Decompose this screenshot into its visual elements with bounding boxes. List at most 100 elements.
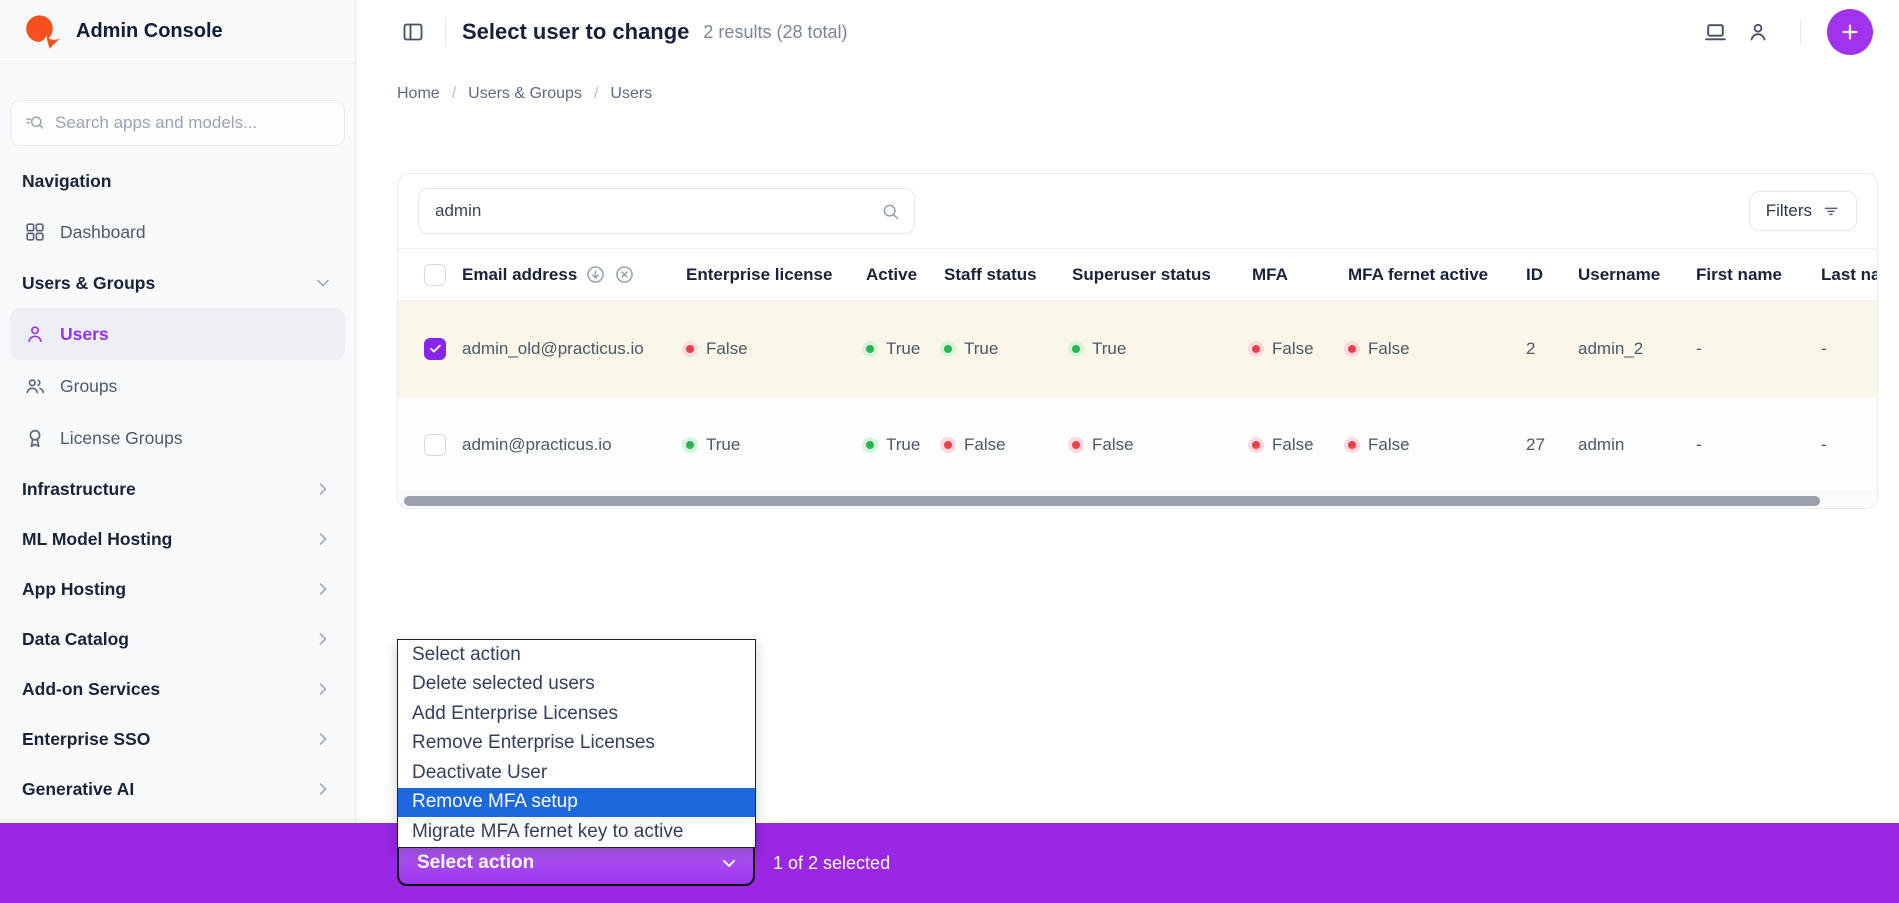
action-option-delete-selected-users[interactable]: Delete selected users xyxy=(398,670,755,700)
status-text: True xyxy=(886,435,920,455)
sidebar-section-label: App Hosting xyxy=(22,579,126,600)
status-dot-green xyxy=(866,441,874,449)
header-divider xyxy=(445,19,446,45)
chevron-down-icon xyxy=(719,853,739,873)
column-header-label: Email address xyxy=(462,265,577,285)
table-header-row: Email address Enterprise license Active Sta… xyxy=(398,248,1877,300)
sidebar-section-navigation: Navigation xyxy=(0,156,355,206)
horizontal-scrollbar-thumb[interactable] xyxy=(404,496,1820,506)
column-header-username[interactable]: Username xyxy=(1578,265,1696,285)
account-icon[interactable] xyxy=(1742,16,1774,48)
action-option-deactivate-user[interactable]: Deactivate User xyxy=(398,758,755,788)
status-text: False xyxy=(964,435,1006,455)
column-header-label: Active xyxy=(866,265,917,284)
status-dot-red xyxy=(1252,441,1260,449)
column-header-label: Last name xyxy=(1821,265,1877,284)
dashboard-icon xyxy=(24,221,46,243)
status-dot-red xyxy=(1348,345,1356,353)
column-header-active[interactable]: Active xyxy=(866,265,944,285)
sort-descending-icon[interactable] xyxy=(585,264,606,285)
breadcrumb-link[interactable]: Users xyxy=(610,85,652,103)
column-header-last-name[interactable]: Last name xyxy=(1821,265,1877,285)
table-search-input[interactable] xyxy=(419,189,914,233)
add-button[interactable] xyxy=(1827,9,1873,55)
sidebar-section-label: Infrastructure xyxy=(22,479,136,500)
sidebar-section-app-hosting[interactable]: App Hosting xyxy=(0,564,355,614)
environments-icon[interactable] xyxy=(1699,16,1732,49)
sidebar-toggle-icon[interactable] xyxy=(397,16,429,48)
column-header-label: Superuser status xyxy=(1072,265,1211,284)
row-checkbox[interactable] xyxy=(424,434,446,456)
cell-mfa: False xyxy=(1252,434,1348,455)
users-table-card: Filters Email address Enterprise license A… xyxy=(397,173,1878,509)
filter-lines-icon xyxy=(1822,202,1840,220)
column-header-enterprise-license[interactable]: Enterprise license xyxy=(686,265,866,285)
filters-label: Filters xyxy=(1766,201,1812,221)
cell-first-name: - xyxy=(1696,435,1821,455)
filters-button[interactable]: Filters xyxy=(1749,191,1857,231)
status-text: False xyxy=(1368,339,1410,359)
sidebar-section-data-catalog[interactable]: Data Catalog xyxy=(0,614,355,664)
sidebar-section-ml-model-hosting[interactable]: ML Model Hosting xyxy=(0,514,355,564)
sidebar-item-groups[interactable]: Groups xyxy=(10,360,345,412)
status-text: True xyxy=(964,339,998,359)
column-header-staff-status[interactable]: Staff status xyxy=(944,265,1072,285)
column-header-label: Staff status xyxy=(944,265,1037,284)
table-row[interactable]: admin_old@practicus.ioFalseTrueTrueTrueF… xyxy=(398,300,1877,396)
table-search[interactable] xyxy=(418,188,915,234)
action-option-add-enterprise-licenses[interactable]: Add Enterprise Licenses xyxy=(398,699,755,729)
column-header-mfa-fernet-active[interactable]: MFA fernet active xyxy=(1348,265,1526,285)
chevron-right-icon xyxy=(313,579,333,599)
sidebar-section-label: ML Model Hosting xyxy=(22,529,172,550)
sidebar-section-infrastructure[interactable]: Infrastructure xyxy=(0,464,355,514)
chevron-right-icon xyxy=(313,679,333,699)
sidebar-nav: Navigation Dashboard Users & GroupsUsersGr… xyxy=(0,156,355,814)
sidebar-section-label: Navigation xyxy=(22,171,111,192)
action-option-migrate-mfa-fernet-key-to-active[interactable]: Migrate MFA fernet key to active xyxy=(398,817,755,847)
sidebar-section-add-on-services[interactable]: Add-on Services xyxy=(0,664,355,714)
clear-sort-icon[interactable] xyxy=(614,264,635,285)
breadcrumb-link[interactable]: Home xyxy=(397,85,440,103)
sidebar-item-users[interactable]: Users xyxy=(10,308,345,360)
status-dot-red xyxy=(1252,345,1260,353)
chevron-right-icon xyxy=(313,729,333,749)
bulk-action-bar: Select action 1 of 2 selected xyxy=(0,823,1899,903)
status-text: False xyxy=(1272,339,1314,359)
action-option-select-action[interactable]: Select action xyxy=(398,640,755,670)
app-logo-row: Admin Console xyxy=(0,0,355,64)
sidebar-item-label: License Groups xyxy=(60,428,183,449)
table-row[interactable]: admin@practicus.ioTrueTrueFalseFalseFals… xyxy=(398,396,1877,492)
sidebar-section-users-groups[interactable]: Users & Groups xyxy=(0,258,355,308)
breadcrumb-link[interactable]: Users & Groups xyxy=(468,85,582,103)
column-header-label: Enterprise license xyxy=(686,265,832,284)
results-count: 2 results (28 total) xyxy=(703,22,847,43)
row-checkbox[interactable] xyxy=(424,338,446,360)
horizontal-scrollbar[interactable] xyxy=(398,492,1877,508)
action-select-dropdown: Select actionDelete selected usersAdd En… xyxy=(397,639,756,848)
table-toolbar: Filters xyxy=(398,174,1877,248)
status-dot-red xyxy=(686,345,694,353)
action-option-remove-enterprise-licenses[interactable]: Remove Enterprise Licenses xyxy=(398,729,755,759)
sidebar-item-label: Dashboard xyxy=(60,222,146,243)
sidebar-item-license-groups[interactable]: License Groups xyxy=(10,412,345,464)
action-select-label: Select action xyxy=(417,852,534,874)
breadcrumb-separator: / xyxy=(594,85,598,103)
sidebar-item-dashboard[interactable]: Dashboard xyxy=(10,206,345,258)
sidebar-section-generative-ai[interactable]: Generative AI xyxy=(0,764,355,814)
column-header-id[interactable]: ID xyxy=(1526,265,1578,285)
column-header-superuser-status[interactable]: Superuser status xyxy=(1072,265,1252,285)
column-header-email-address[interactable]: Email address xyxy=(454,264,686,285)
selection-count: 1 of 2 selected xyxy=(773,853,890,874)
column-header-mfa[interactable]: MFA xyxy=(1252,265,1348,285)
sidebar-section-enterprise-sso[interactable]: Enterprise SSO xyxy=(0,714,355,764)
sidebar-search-input[interactable] xyxy=(55,113,330,133)
select-all-checkbox[interactable] xyxy=(424,264,446,286)
practicus-logo-icon xyxy=(22,12,62,52)
cell-username: admin_2 xyxy=(1578,339,1696,359)
status-text: False xyxy=(706,339,748,359)
chevron-right-icon xyxy=(313,529,333,549)
sidebar-search[interactable] xyxy=(10,100,345,146)
column-header-label: MFA fernet active xyxy=(1348,265,1488,284)
column-header-first-name[interactable]: First name xyxy=(1696,265,1821,285)
action-option-remove-mfa-setup[interactable]: Remove MFA setup xyxy=(398,788,755,818)
